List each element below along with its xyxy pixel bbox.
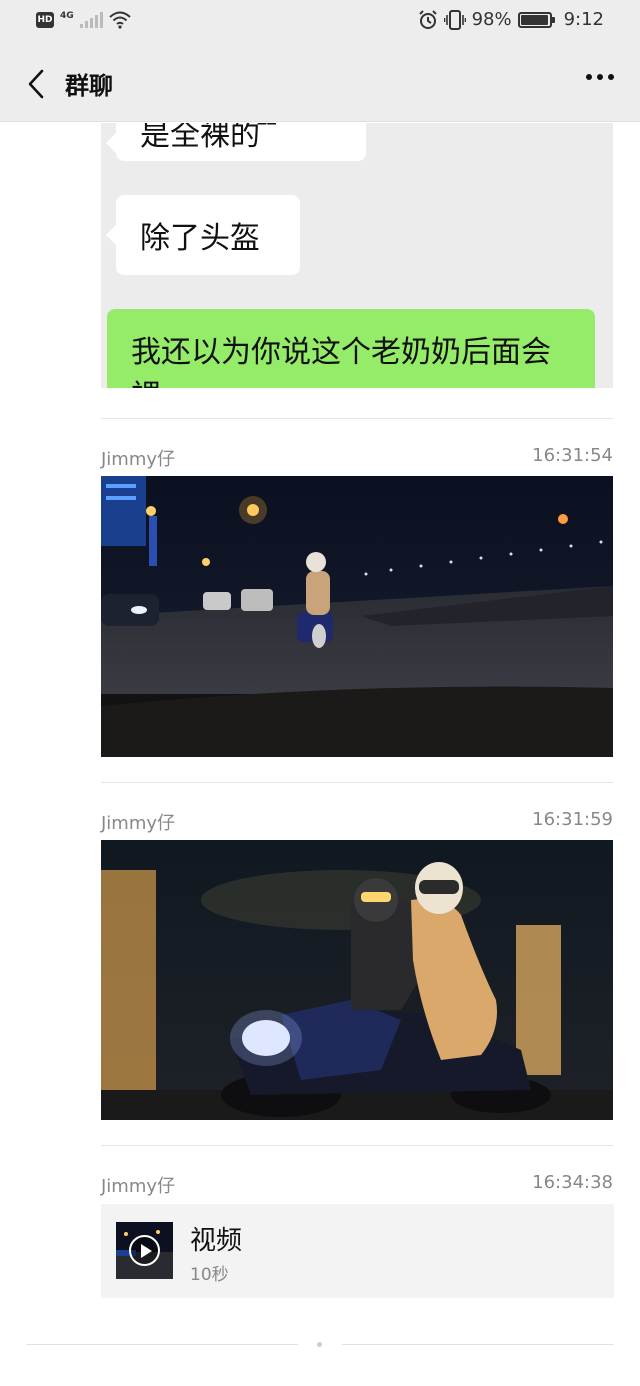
page-title: 群聊 [65,72,113,100]
chevron-left-icon [28,69,44,99]
image-message[interactable] [101,840,613,1120]
message-time: 16:31:54 [532,445,613,466]
end-separator-dot [317,1342,322,1347]
sender-name: Jimmy仔 [101,449,176,470]
alarm-icon [418,9,437,29]
end-separator-right [342,1344,614,1345]
more-button[interactable] [586,74,614,80]
vibrate-icon [443,9,466,30]
video-title: 视频 [190,1226,243,1256]
message-divider [101,782,613,783]
signal-icon [79,12,103,28]
back-button[interactable] [18,64,54,104]
message-header: Jimmy仔 16:34:38 [101,1172,613,1198]
chat-bubble-self: 我还以为你说这个老奶奶后面会裸 [107,309,595,388]
message-header: Jimmy仔 16:31:59 [101,809,613,835]
night-road-photo [101,476,613,757]
video-message-card[interactable]: 视频 10秒 [101,1204,614,1298]
chat-history-screen: HD 4G 98% 9:12 群聊 是全裸的 ̄ ̄ 除了头盔 我还以为你说这个… [0,0,640,1386]
message-header: Jimmy仔 16:31:54 [101,445,613,471]
clock: 9:12 [563,9,604,30]
network-type: 4G [60,11,74,21]
sender-name: Jimmy仔 [101,813,176,834]
status-bar: HD 4G 98% 9:12 [0,0,640,44]
sender-name: Jimmy仔 [101,1176,176,1197]
forwarded-chat-screenshot[interactable]: 是全裸的 ̄ ̄ 除了头盔 我还以为你说这个老奶奶后面会裸 [101,123,613,388]
play-icon [129,1235,160,1266]
chat-bubble: 是全裸的 ̄ ̄ [106,123,366,161]
message-list[interactable]: 是全裸的 ̄ ̄ 除了头盔 我还以为你说这个老奶奶后面会裸 Jimmy仔 16:… [0,123,640,1386]
more-dots-icon [586,74,592,80]
chat-bubble: 除了头盔 [106,195,300,275]
video-thumbnail [116,1222,173,1279]
battery-icon [517,11,555,28]
message-time: 16:31:59 [532,809,613,830]
status-left: HD 4G [36,11,131,29]
video-duration: 10秒 [190,1265,229,1285]
wifi-icon [108,11,131,29]
battery-percent: 98% [471,9,512,30]
nav-bar: 群聊 [0,44,640,122]
message-divider [101,418,613,419]
end-separator-left [26,1344,298,1345]
status-right: 98% 9:12 [418,9,604,30]
hd-badge: HD [36,12,54,28]
image-message[interactable] [101,476,613,757]
message-divider [101,1145,613,1146]
motorcycle-riders-photo [101,840,613,1120]
message-time: 16:34:38 [532,1172,613,1193]
